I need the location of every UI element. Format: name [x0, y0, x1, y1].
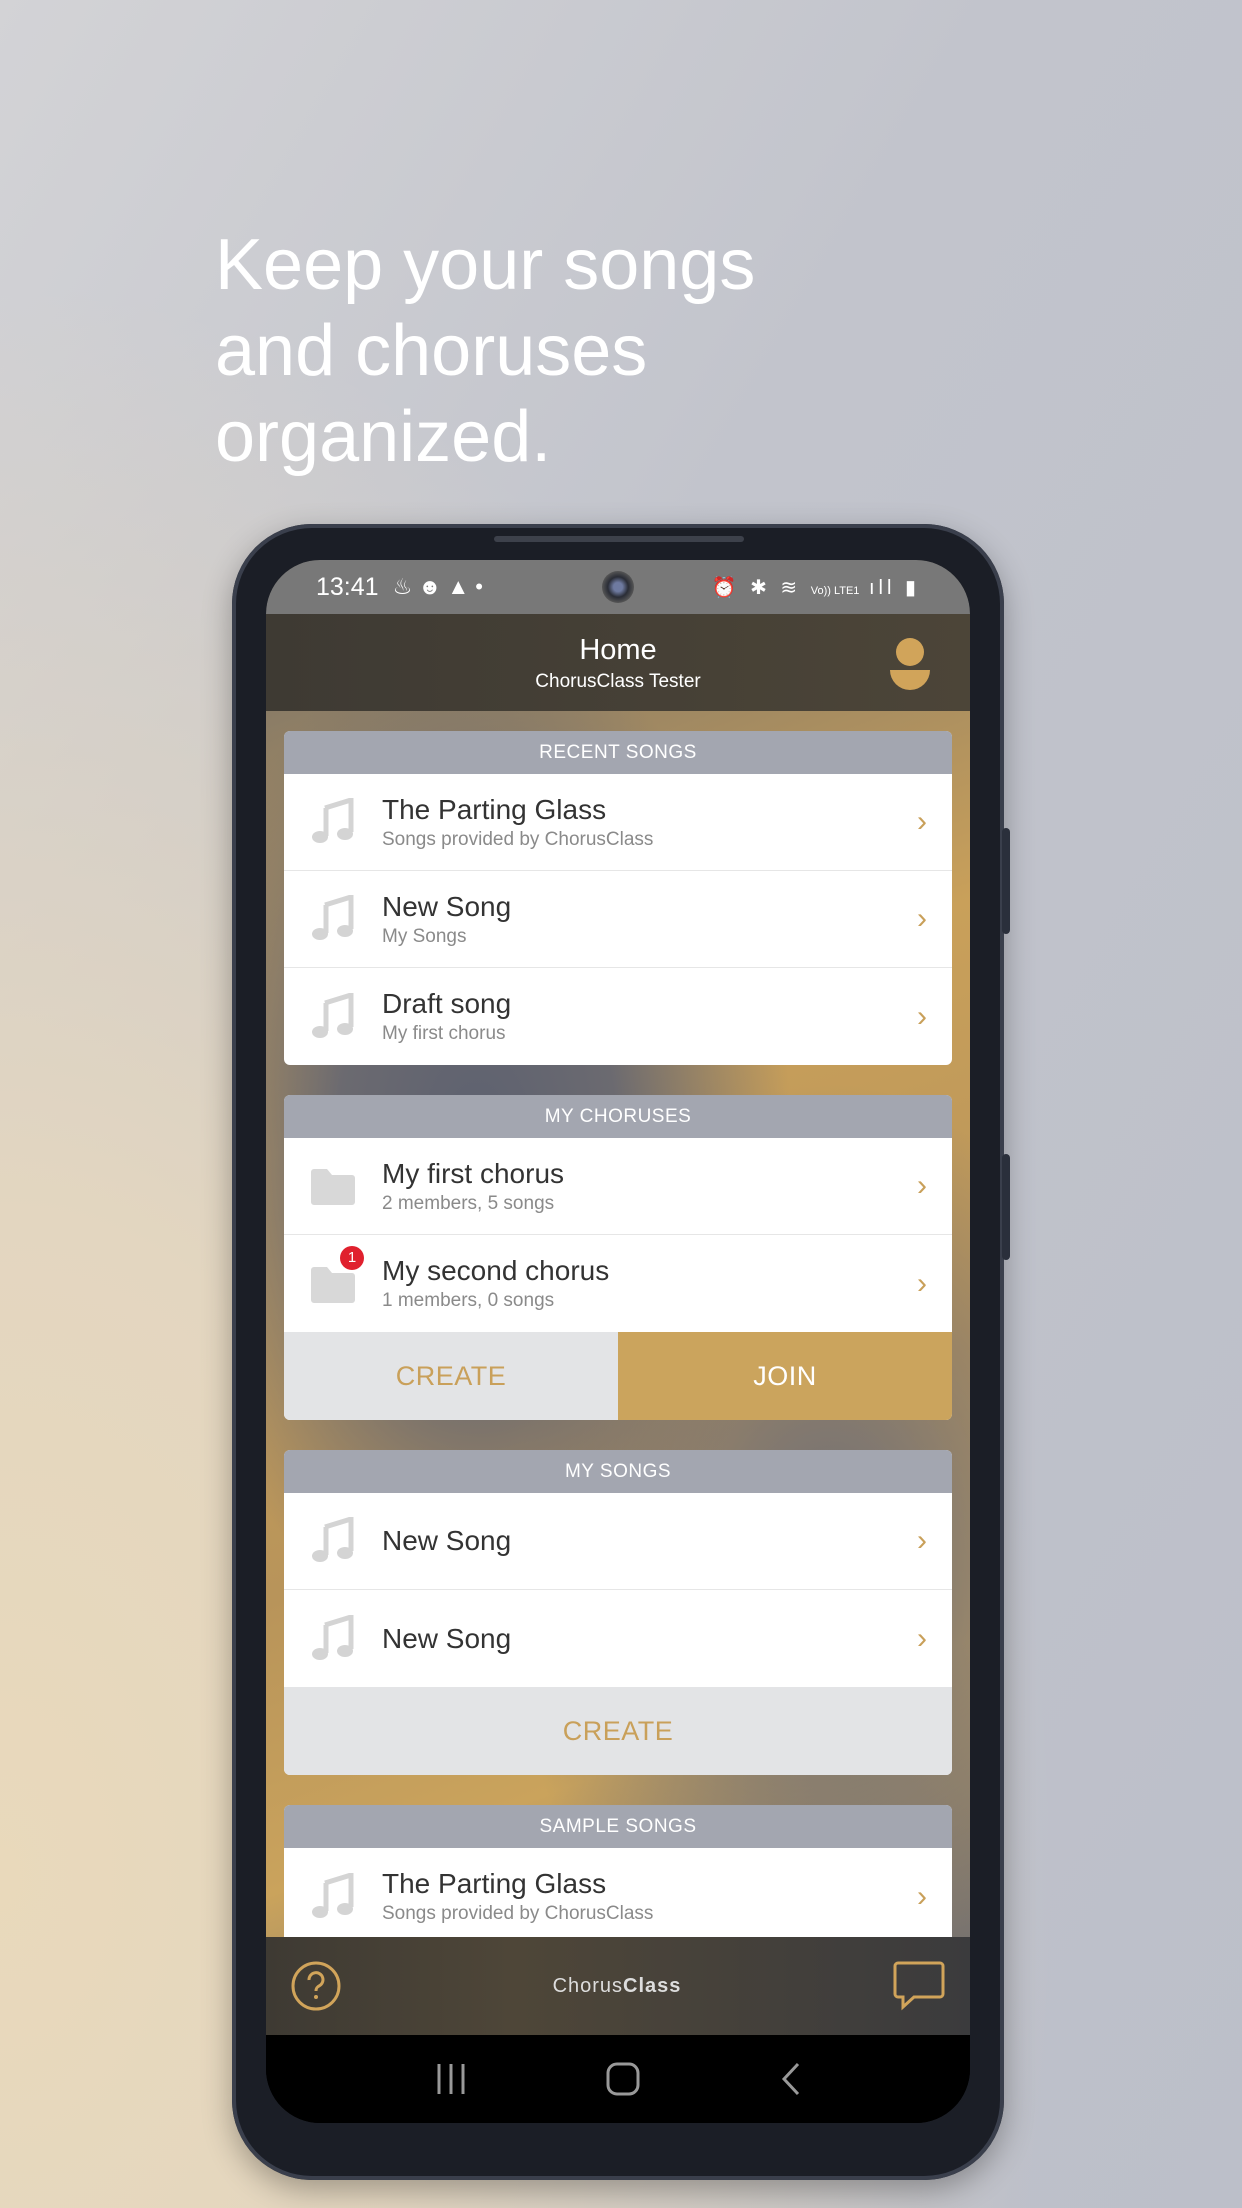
page-subtitle: ChorusClass Tester	[535, 671, 701, 692]
music-note-icon	[284, 798, 382, 846]
app-header: Home ChorusClass Tester	[266, 614, 970, 711]
item-title: My second chorus	[382, 1255, 610, 1286]
bottom-bar: ChorusClass	[266, 1937, 970, 2035]
help-icon[interactable]	[290, 1960, 342, 2012]
list-item[interactable]: 1 My second chorus 1 members, 0 songs ›	[284, 1235, 952, 1332]
item-title: New Song	[382, 1622, 512, 1654]
item-title: Draft song	[382, 988, 512, 1019]
chevron-right-icon: ›	[917, 1266, 927, 1300]
section-header: MY CHORUSES	[284, 1095, 952, 1138]
screen: 13:41 ♨☻▲• ⏰ ✱ ≋ Vo)) LTE1 ıll ▮ Home Ch…	[266, 560, 970, 2123]
chat-icon[interactable]	[892, 1959, 946, 2013]
list-item[interactable]: The Parting Glass Songs provided by Choru…	[284, 1848, 952, 1937]
home-content[interactable]: RECENT SONGS The Parting Glass Songs prov…	[266, 711, 970, 1937]
page-title: Home	[579, 634, 657, 666]
item-subtitle: My Songs	[382, 925, 467, 947]
item-subtitle: Songs provided by ChorusClass	[382, 828, 654, 850]
recent-apps-icon[interactable]	[434, 2062, 468, 2096]
music-note-icon	[284, 1517, 382, 1565]
music-note-icon	[284, 895, 382, 943]
item-title: The Parting Glass	[382, 793, 607, 825]
back-icon[interactable]	[778, 2061, 802, 2097]
brand-logo: ChorusClass	[553, 1975, 682, 1998]
music-note-icon	[284, 992, 382, 1041]
volume-button	[1002, 828, 1010, 934]
headline-line: and choruses	[215, 311, 648, 391]
chevron-right-icon: ›	[917, 805, 927, 838]
status-time: 13:41	[316, 572, 379, 601]
music-note-icon	[284, 1614, 382, 1663]
section-header: SAMPLE SONGS	[284, 1805, 952, 1848]
camera-icon	[602, 571, 634, 603]
chevron-right-icon: ›	[917, 1879, 927, 1913]
brand-light: Chorus	[552, 1974, 624, 1997]
list-item[interactable]: My first chorus 2 members, 5 songs ›	[284, 1138, 952, 1235]
music-note-icon	[284, 1872, 382, 1921]
item-subtitle: 2 members, 5 songs	[382, 1192, 555, 1214]
chevron-right-icon: ›	[917, 1169, 927, 1202]
list-item[interactable]: New Song ›	[284, 1493, 952, 1590]
my-choruses-card: MY CHORUSES My first chorus 2 members, 5 …	[284, 1095, 952, 1420]
section-header: RECENT SONGS	[284, 731, 952, 774]
chevron-right-icon: ›	[917, 902, 927, 935]
item-title: New Song	[382, 1525, 512, 1556]
list-item[interactable]: New Song ›	[284, 1590, 952, 1687]
chevron-right-icon: ›	[917, 999, 927, 1033]
folder-icon: 1	[284, 1245, 382, 1304]
phone-frame: 13:41 ♨☻▲• ⏰ ✱ ≋ Vo)) LTE1 ıll ▮ Home Ch…	[232, 524, 1010, 2180]
chevron-right-icon: ›	[917, 1621, 927, 1655]
item-title: New Song	[382, 890, 512, 922]
headline-line: organized.	[215, 397, 552, 477]
my-songs-card: MY SONGS New Song › New Song › CREATE	[284, 1450, 952, 1775]
recent-songs-card: RECENT SONGS The Parting Glass Songs prov…	[284, 731, 952, 1065]
create-song-button[interactable]: CREATE	[284, 1687, 952, 1775]
folder-icon	[284, 1166, 382, 1206]
notification-badge: 1	[340, 1245, 364, 1270]
item-subtitle: My first chorus	[382, 1023, 506, 1044]
item-title: The Parting Glass	[382, 1868, 607, 1899]
item-subtitle: 1 members, 0 songs	[382, 1290, 555, 1311]
status-right-icons: ⏰ ✱ ≋ Vo)) LTE1 ıll ▮	[711, 576, 920, 599]
list-item[interactable]: Draft song My first chorus ›	[284, 968, 952, 1065]
status-left-icons: ♨☻▲•	[392, 574, 489, 599]
chevron-right-icon: ›	[917, 1524, 927, 1557]
user-icon[interactable]	[890, 638, 930, 690]
brand-bold: Class	[623, 1974, 682, 1997]
create-chorus-button[interactable]: CREATE	[284, 1332, 618, 1420]
headline: Keep your songs and choruses organized.	[215, 222, 915, 480]
list-item[interactable]: The Parting Glass Songs provided by Choru…	[284, 774, 952, 871]
item-title: My first chorus	[382, 1157, 565, 1189]
headline-line: Keep your songs	[215, 225, 756, 305]
join-chorus-button[interactable]: JOIN	[618, 1332, 952, 1420]
phone-speaker	[494, 536, 744, 542]
list-item[interactable]: New Song My Songs ›	[284, 871, 952, 968]
home-nav-icon[interactable]	[605, 2061, 641, 2097]
network-label: Vo)) LTE1	[810, 584, 860, 597]
status-bar: 13:41 ♨☻▲• ⏰ ✱ ≋ Vo)) LTE1 ıll ▮	[266, 560, 970, 614]
item-subtitle: Songs provided by ChorusClass	[382, 1903, 654, 1924]
power-button	[1002, 1154, 1010, 1260]
system-nav-bar	[266, 2035, 970, 2123]
sample-songs-card: SAMPLE SONGS The Parting Glass Songs prov…	[284, 1805, 952, 1937]
section-header: MY SONGS	[284, 1450, 952, 1493]
